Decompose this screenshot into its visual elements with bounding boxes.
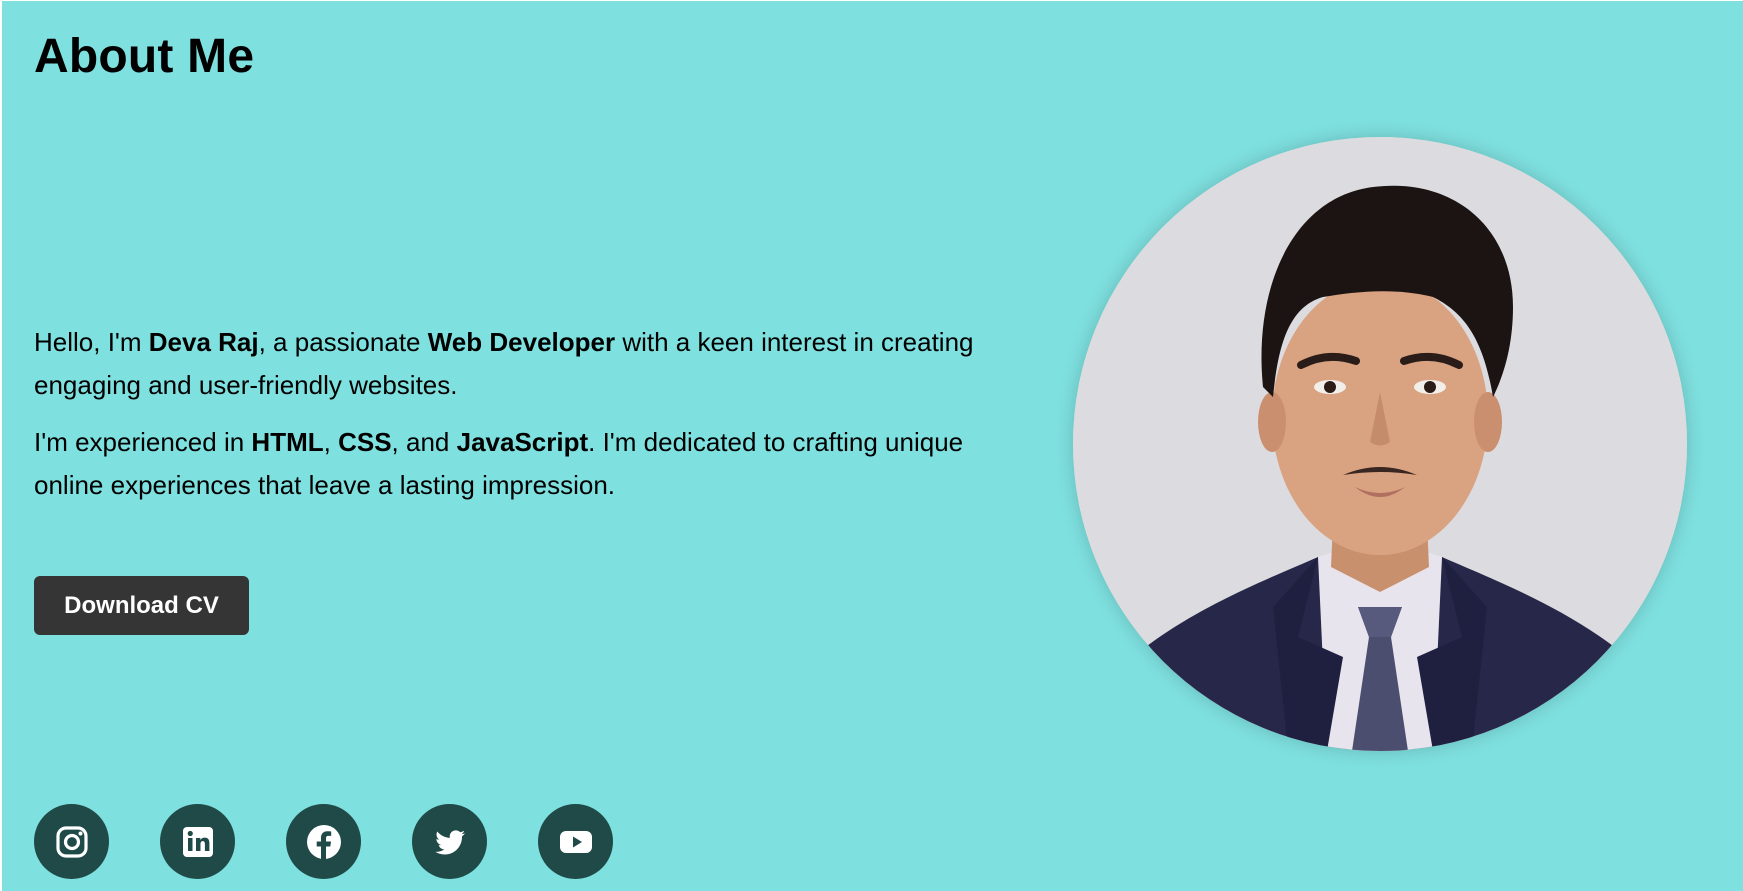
youtube-icon: [559, 830, 592, 853]
skills-text: ,: [323, 427, 339, 457]
skills-paragraph: I'm experienced in HTML, CSS, and JavaSc…: [34, 421, 1034, 507]
youtube-link[interactable]: [538, 804, 613, 879]
intro-text: , a passionate: [258, 327, 428, 357]
skill-css: CSS: [338, 427, 392, 457]
profile-photo: [1073, 137, 1687, 751]
linkedin-link[interactable]: [160, 804, 235, 879]
skill-javascript: JavaScript: [456, 427, 589, 457]
skills-text: , and: [391, 427, 457, 457]
twitter-icon: [434, 829, 465, 854]
author-name: Deva Raj: [148, 327, 259, 357]
facebook-link[interactable]: [286, 804, 361, 879]
social-links: [34, 804, 613, 879]
linkedin-icon: [182, 826, 213, 857]
instagram-link[interactable]: [34, 804, 109, 879]
download-cv-button[interactable]: Download CV: [34, 576, 249, 635]
skills-text: I'm experienced in: [34, 427, 252, 457]
intro-paragraph: Hello, I'm Deva Raj, a passionate Web De…: [34, 321, 1034, 407]
author-role: Web Developer: [427, 327, 616, 357]
skill-html: HTML: [251, 427, 324, 457]
twitter-link[interactable]: [412, 804, 487, 879]
profile-portrait-image: [1073, 137, 1687, 751]
page-title: About Me: [34, 30, 255, 83]
instagram-icon: [55, 825, 88, 858]
facebook-icon: [306, 824, 341, 859]
intro-text: Hello, I'm: [34, 327, 149, 357]
about-section: About Me Hello, I'm Deva Raj, a passiona…: [0, 0, 1743, 891]
bio-text: Hello, I'm Deva Raj, a passionate Web De…: [34, 321, 1034, 521]
